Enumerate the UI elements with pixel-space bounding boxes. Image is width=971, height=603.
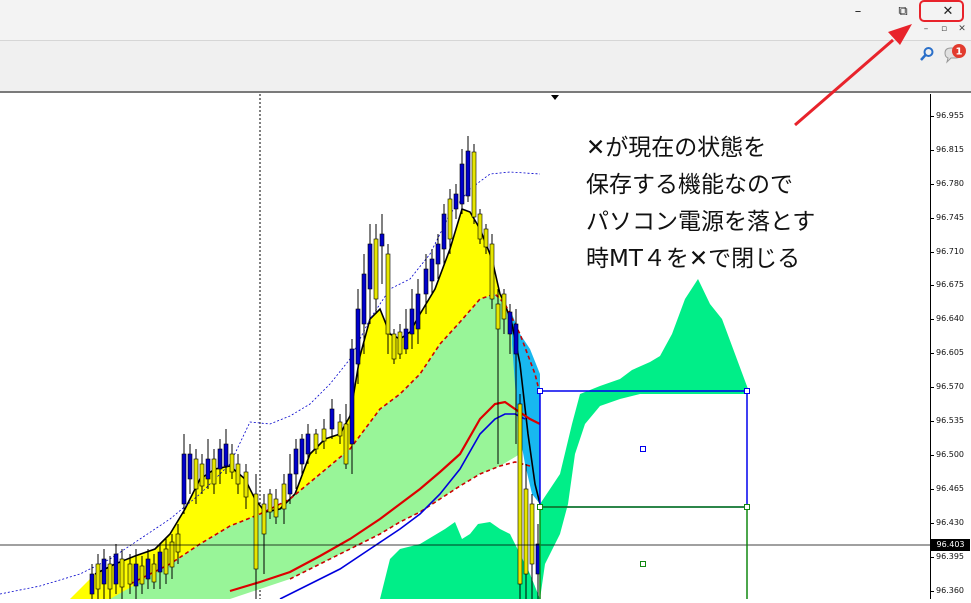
annotation-line: パソコン電源を落とす: [586, 209, 816, 235]
minimize-icon: –: [854, 3, 862, 19]
close-button-highlight: [919, 0, 964, 22]
price-tick: 96.430: [930, 518, 964, 527]
chart-restore-button[interactable]: ▫: [938, 23, 950, 35]
price-tick: 96.955: [930, 111, 964, 120]
price-tick: 96.535: [930, 416, 964, 425]
price-axis[interactable]: 96.955 96.815 96.780 96.745 96.710 96.67…: [930, 94, 971, 599]
minimize-icon: –: [923, 24, 929, 34]
price-tick: 96.360: [930, 586, 964, 595]
price-tick: 96.745: [930, 213, 964, 222]
chart-shift-marker: [551, 95, 559, 100]
window-restore-button[interactable]: ⧉: [884, 0, 922, 22]
annotation-line: 時MT４を✕で閉じる: [586, 246, 801, 272]
chart-minimize-button[interactable]: –: [920, 23, 932, 35]
price-tick: 96.570: [930, 382, 964, 391]
price-tick: 96.395: [930, 552, 964, 561]
price-tick: 96.465: [930, 484, 964, 493]
app-title-bar: – ⧉ ✕: [0, 0, 971, 41]
price-tick: 96.500: [930, 450, 964, 459]
ichimoku-cloud-lower: [380, 522, 540, 599]
annotation-line: ✕が現在の状態を: [586, 135, 767, 161]
price-tick: 96.815: [930, 145, 964, 154]
rectangle-handles-green[interactable]: [537, 504, 750, 567]
price-tick: 96.780: [930, 179, 964, 188]
restore-icon: ⧉: [898, 3, 908, 19]
price-tick: 96.605: [930, 348, 964, 357]
notification-badge-count: 1: [956, 47, 963, 58]
price-tick: 96.710: [930, 247, 964, 256]
annotation-text: ✕が現在の状態を 保存する機能なので パソコン電源を落とす 時MT４を✕で閉じる: [586, 130, 815, 278]
close-icon: ✕: [958, 24, 966, 34]
ichimoku-cloud: [540, 279, 748, 599]
current-price-label: 96.403: [931, 539, 970, 551]
restore-icon: ▫: [940, 24, 948, 34]
price-tick: 96.675: [930, 280, 964, 289]
rectangle-object-green[interactable]: [539, 506, 748, 603]
price-tick: 96.640: [930, 314, 964, 323]
search-icon[interactable]: [919, 46, 935, 62]
annotation-line: 保存する機能なので: [586, 172, 793, 198]
chart-close-button[interactable]: ✕: [956, 23, 968, 35]
chat-icon[interactable]: 1: [943, 43, 967, 65]
toolbar-area: – ▫ ✕: [0, 24, 971, 93]
window-minimize-button[interactable]: –: [839, 0, 877, 22]
